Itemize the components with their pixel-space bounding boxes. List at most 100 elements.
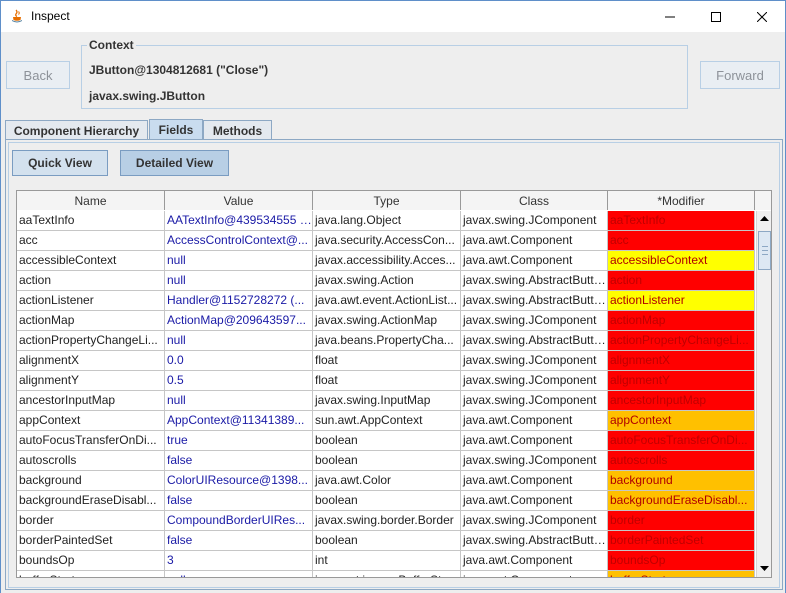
- column-header-modifier[interactable]: *Modifier: [608, 191, 755, 210]
- field-modifier-cell: acc: [608, 231, 755, 251]
- field-value-cell: false: [165, 491, 313, 511]
- field-modifier-cell: autoscrolls: [608, 451, 755, 471]
- field-modifier-cell: actionListener: [608, 291, 755, 311]
- scroll-up-button[interactable]: [757, 211, 771, 227]
- scroll-down-button[interactable]: [757, 561, 771, 577]
- field-class-cell: java.awt.Component: [461, 231, 608, 251]
- tab-methods[interactable]: Methods: [203, 120, 272, 140]
- field-modifier-cell: border: [608, 511, 755, 531]
- table-row[interactable]: ancestorInputMap null javax.swing.InputMap…: [17, 391, 755, 411]
- field-modifier-cell: borderPaintedSet: [608, 531, 755, 551]
- field-class-cell: java.awt.Component: [461, 551, 608, 571]
- field-name-cell: autoscrolls: [17, 451, 165, 471]
- tab-component-hierarchy[interactable]: Component Hierarchy: [5, 120, 148, 140]
- field-value-cell: Handler@1152728272 (...: [165, 291, 313, 311]
- field-type-cell: javax.swing.Action: [313, 271, 461, 291]
- fields-table: Name Value Type Class *Modifier aaTextIn…: [16, 190, 772, 578]
- field-value-cell: false: [165, 531, 313, 551]
- field-class-cell: javax.swing.JComponent: [461, 451, 608, 471]
- field-modifier-cell: accessibleContext: [608, 251, 755, 271]
- field-modifier-cell: autoFocusTransferOnDi...: [608, 431, 755, 451]
- forward-button[interactable]: Forward: [700, 61, 780, 89]
- table-row[interactable]: boundsOp 3 int java.awt.Component boundsOp: [17, 551, 755, 571]
- table-row[interactable]: bufferStrategynulljava.awt.image.BufferS…: [17, 571, 755, 577]
- field-type-cell: float: [313, 351, 461, 371]
- close-button[interactable]: [739, 1, 785, 32]
- field-value-cell: 0.5: [165, 371, 313, 391]
- field-name-cell: action: [17, 271, 165, 291]
- field-class-cell: javax.swing.JComponent: [461, 311, 608, 331]
- field-class-cell: javax.swing.JComponent: [461, 211, 608, 231]
- title-bar[interactable]: Inspect: [1, 1, 785, 32]
- field-class-cell: javax.swing.AbstractButton: [461, 331, 608, 351]
- java-app-icon: [9, 8, 25, 25]
- field-type-cell: java.security.AccessCon...: [313, 231, 461, 251]
- column-header-name[interactable]: Name: [17, 191, 165, 210]
- field-name-cell: bufferStrategy: [17, 571, 165, 577]
- table-row[interactable]: autoscrolls false boolean javax.swing.JComp…: [17, 451, 755, 471]
- field-type-cell: javax.accessibility.Acces...: [313, 251, 461, 271]
- field-class-cell: javax.swing.JComponent: [461, 391, 608, 411]
- field-value-cell: ActionMap@209643597...: [165, 311, 313, 331]
- context-object-label: JButton@1304812681 ("Close"): [89, 63, 269, 77]
- column-header-type[interactable]: Type: [313, 191, 461, 210]
- table-row[interactable]: action null javax.swing.Action javax.swing.…: [17, 271, 755, 291]
- field-type-cell: java.beans.PropertyCha...: [313, 331, 461, 351]
- field-type-cell: int: [313, 551, 461, 571]
- field-class-cell: javax.swing.AbstractButton: [461, 291, 608, 311]
- table-row[interactable]: backgroundEraseDisabl... false boolean java…: [17, 491, 755, 511]
- field-type-cell: float: [313, 371, 461, 391]
- table-row[interactable]: accessibleContext null javax.accessibility…: [17, 251, 755, 271]
- field-value-cell: ColorUIResource@1398...: [165, 471, 313, 491]
- vertical-scrollbar[interactable]: [756, 211, 771, 577]
- field-name-cell: acc: [17, 231, 165, 251]
- back-button[interactable]: Back: [6, 61, 70, 89]
- field-modifier-cell: actionPropertyChangeLi...: [608, 331, 755, 351]
- window-title: Inspect: [31, 9, 70, 23]
- field-value-cell: AppContext@11341389...: [165, 411, 313, 431]
- header-corner: [755, 191, 771, 210]
- field-value-cell: true: [165, 431, 313, 451]
- scrollbar-thumb[interactable]: [758, 231, 771, 270]
- field-name-cell: autoFocusTransferOnDi...: [17, 431, 165, 451]
- table-row[interactable]: actionMap ActionMap@209643597... javax.swi…: [17, 311, 755, 331]
- field-modifier-cell: alignmentX: [608, 351, 755, 371]
- table-row[interactable]: actionPropertyChangeLi... null java.beans.…: [17, 331, 755, 351]
- field-value-cell: false: [165, 451, 313, 471]
- table-row[interactable]: aaTextInfo AATextInfo@439534555 (... java.…: [17, 211, 755, 231]
- table-row[interactable]: alignmentX 0.0 float javax.swing.JComponent…: [17, 351, 755, 371]
- field-type-cell: java.awt.image.BufferStr...: [313, 571, 461, 577]
- field-class-cell: java.awt.Component: [461, 491, 608, 511]
- column-header-class[interactable]: Class: [461, 191, 608, 210]
- column-header-value[interactable]: Value: [165, 191, 313, 210]
- quick-view-button[interactable]: Quick View: [12, 150, 108, 176]
- field-name-cell: actionMap: [17, 311, 165, 331]
- field-name-cell: ancestorInputMap: [17, 391, 165, 411]
- tab-fields[interactable]: Fields: [149, 119, 203, 140]
- table-row[interactable]: actionListener Handler@1152728272 (... jav…: [17, 291, 755, 311]
- table-row[interactable]: alignmentY 0.5 float javax.swing.JComponent…: [17, 371, 755, 391]
- field-type-cell: java.lang.Object: [313, 211, 461, 231]
- table-row[interactable]: autoFocusTransferOnDi... true boolean java.…: [17, 431, 755, 451]
- arrow-down-icon: [760, 566, 769, 571]
- field-type-cell: sun.awt.AppContext: [313, 411, 461, 431]
- field-value-cell: AATextInfo@439534555 (...: [165, 211, 313, 231]
- field-name-cell: alignmentY: [17, 371, 165, 391]
- field-value-cell: 0.0: [165, 351, 313, 371]
- fields-tab-panel: Quick View Detailed View Name Value Type…: [5, 139, 783, 590]
- table-row[interactable]: border CompoundBorderUIRes... javax.swing.…: [17, 511, 755, 531]
- table-row[interactable]: background ColorUIResource@1398... java.aw…: [17, 471, 755, 491]
- field-modifier-cell: ancestorInputMap: [608, 391, 755, 411]
- table-row[interactable]: borderPaintedSet false boolean javax.swing.…: [17, 531, 755, 551]
- table-row[interactable]: acc AccessControlContext@... java.security…: [17, 231, 755, 251]
- minimize-button[interactable]: [647, 1, 693, 32]
- field-value-cell: null: [165, 251, 313, 271]
- table-row[interactable]: appContext AppContext@11341389... sun.awt.…: [17, 411, 755, 431]
- maximize-button[interactable]: [693, 1, 739, 32]
- field-type-cell: javax.swing.ActionMap: [313, 311, 461, 331]
- field-value-cell: AccessControlContext@...: [165, 231, 313, 251]
- maximize-icon: [711, 11, 721, 22]
- detailed-view-button[interactable]: Detailed View: [120, 150, 229, 176]
- field-class-cell: javax.swing.AbstractButton: [461, 271, 608, 291]
- field-name-cell: appContext: [17, 411, 165, 431]
